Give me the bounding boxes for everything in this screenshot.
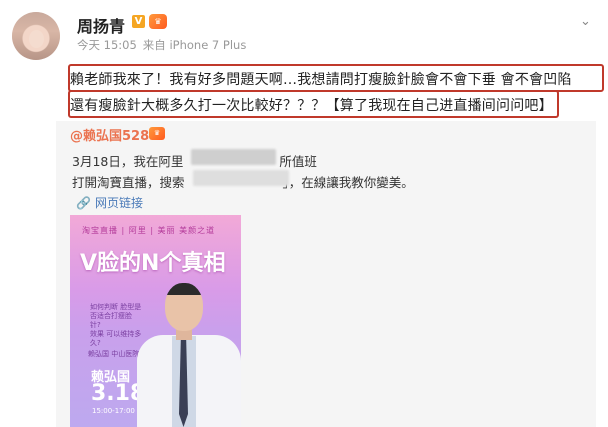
web-link[interactable]: 🔗 网页链接: [76, 194, 143, 211]
poster-logos: 淘宝直播 | 阿里 | 美丽 美颜之道: [82, 226, 216, 235]
poster-question-1: 如何判断 脸型是否适合打瘦脸针?: [90, 303, 142, 329]
poster-host-label: 赖弘国 中山医院: [88, 350, 140, 358]
poster-time: 15:00-17:00: [92, 407, 135, 415]
link-icon: 🔗: [76, 196, 91, 210]
poster-question-2: 效果 可以维持多久?: [90, 330, 142, 347]
doctor-head: [165, 283, 203, 331]
repost-user[interactable]: @赖弘国528: [70, 125, 149, 144]
post-meta: 今天 15:05 来自 iPhone 7 Plus: [77, 37, 252, 53]
author-name[interactable]: 周扬青: [77, 13, 125, 37]
post-source: 来自 iPhone 7 Plus: [142, 38, 247, 52]
blurred-text: [193, 170, 289, 186]
avatar[interactable]: [12, 12, 60, 60]
vip-badge-small-icon: ♛: [149, 127, 165, 140]
blurred-text: [191, 149, 276, 165]
poster-title: V脸的N个真相: [80, 251, 226, 276]
post-text-line1: 賴老師我來了！我有好多問題天啊…我想請問打瘦臉針臉會不會下垂 會不會凹陷: [70, 72, 572, 88]
post-time[interactable]: 今天 15:05: [77, 38, 137, 52]
vip-badge-icon: ♛: [149, 14, 167, 29]
verified-badge-icon: V: [132, 15, 145, 28]
post-text-line2: 還有瘦臉針大概多久打一次比較好？？？【算了我现在自己进直播间问问吧】: [70, 98, 553, 114]
chevron-down-icon[interactable]: ⌄: [580, 14, 591, 29]
